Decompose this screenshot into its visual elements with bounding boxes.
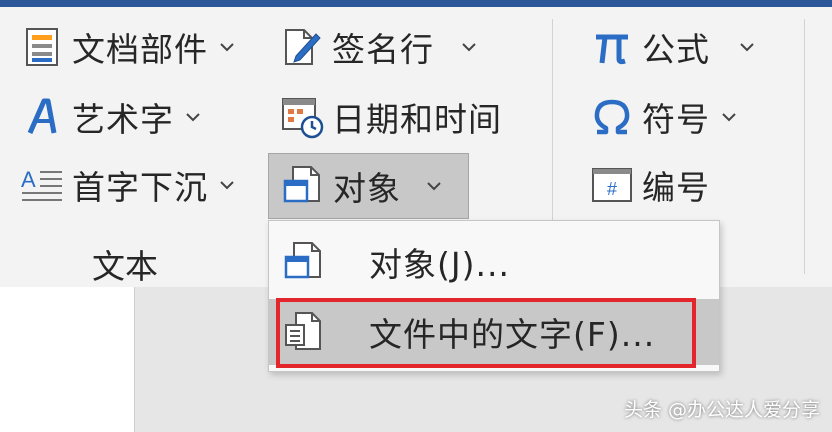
- chevron-down-icon: [427, 176, 447, 196]
- wordart-label: 艺术字: [72, 100, 174, 139]
- symbol-label: 符号: [642, 100, 710, 139]
- signature-line-icon: [280, 25, 324, 69]
- object-dropdown-menu: 对象(J)... 文件中的文字(F)...: [268, 220, 720, 372]
- menu-item-text-from-file[interactable]: 文件中的文字(F)...: [269, 299, 719, 365]
- wordart-button[interactable]: 艺术字: [8, 88, 212, 146]
- group-separator: [804, 19, 805, 274]
- menu-item-text-from-file-label: 文件中的文字(F)...: [369, 315, 656, 354]
- date-time-button[interactable]: 日期和时间: [268, 88, 508, 146]
- object-label: 对象: [333, 169, 401, 208]
- document-parts-button[interactable]: 文档部件: [8, 18, 246, 76]
- document-parts-label: 文档部件: [72, 30, 208, 69]
- drop-cap-button[interactable]: A 首字下沉: [8, 156, 246, 214]
- text-from-file-icon: [279, 307, 329, 357]
- menu-item-object-label: 对象(J)...: [369, 245, 510, 284]
- drop-cap-icon: A: [20, 163, 64, 207]
- chevron-down-icon: [722, 107, 742, 127]
- signature-line-label: 签名行: [332, 30, 434, 69]
- drop-cap-label: 首字下沉: [72, 168, 208, 207]
- object-button[interactable]: 对象: [268, 153, 469, 219]
- watermark: 头条 @办公达人爱分享: [623, 399, 820, 421]
- number-button[interactable]: # 编号: [578, 156, 716, 214]
- chevron-down-icon: [462, 37, 482, 57]
- document-page[interactable]: [0, 287, 135, 432]
- title-bar-strip: [0, 0, 832, 7]
- chevron-down-icon: [740, 37, 760, 57]
- document-parts-icon: [20, 25, 64, 69]
- signature-line-button[interactable]: 签名行: [268, 18, 488, 76]
- chevron-down-icon: [186, 107, 206, 127]
- equation-pi-icon: [590, 25, 634, 69]
- chevron-down-icon: [220, 175, 240, 195]
- equation-button[interactable]: 公式: [578, 18, 766, 76]
- symbol-omega-icon: [590, 95, 634, 139]
- menu-item-object[interactable]: 对象(J)...: [269, 229, 719, 295]
- object-icon: [281, 164, 325, 208]
- date-time-label: 日期和时间: [332, 100, 502, 139]
- wordart-icon: [20, 95, 64, 139]
- svg-text:#: #: [607, 179, 617, 199]
- object-icon: [279, 237, 329, 287]
- group-label-text: 文本: [92, 247, 158, 286]
- equation-label: 公式: [642, 30, 710, 69]
- symbol-button[interactable]: 符号: [578, 88, 748, 146]
- number-icon: #: [590, 163, 634, 207]
- date-time-icon: [280, 95, 324, 139]
- number-label: 编号: [642, 168, 710, 207]
- chevron-down-icon: [220, 37, 240, 57]
- svg-text:A: A: [21, 167, 36, 192]
